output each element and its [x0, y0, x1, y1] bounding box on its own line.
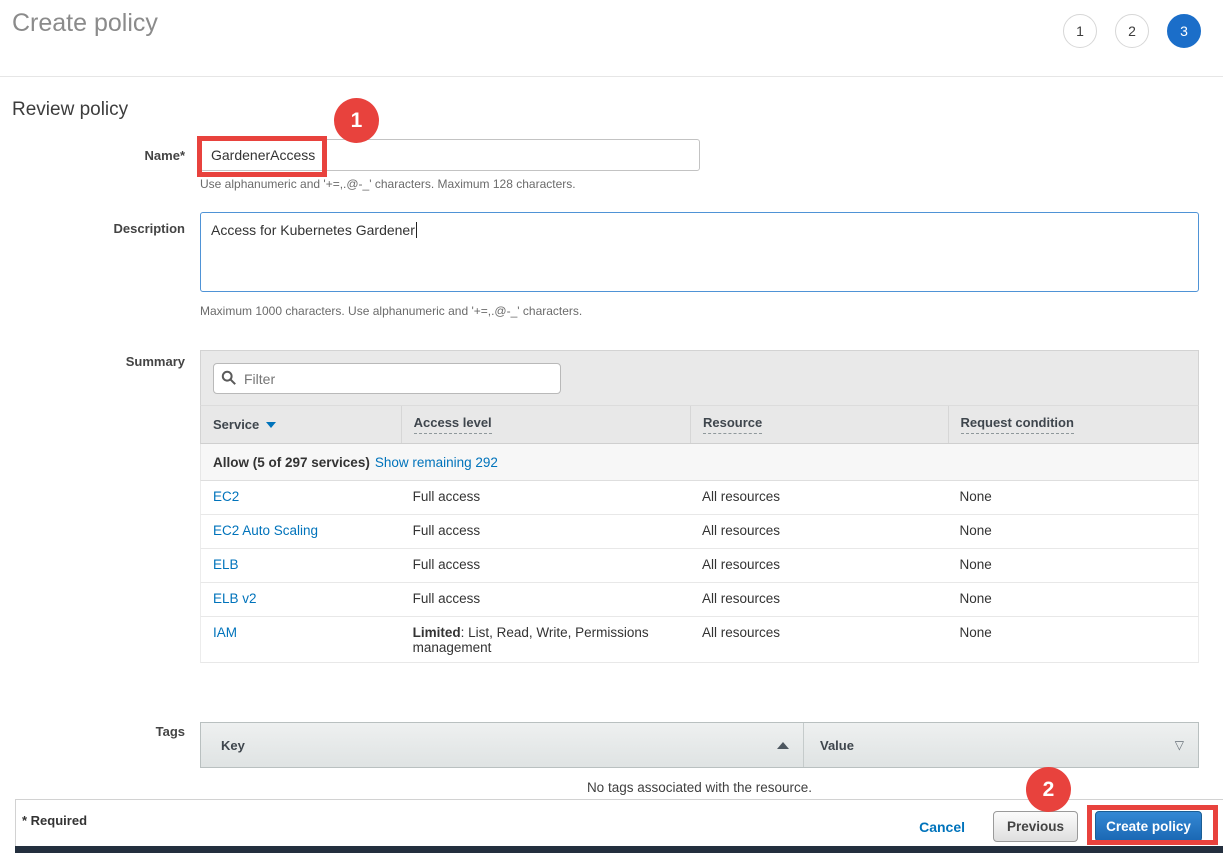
step-3-active: 3	[1167, 14, 1201, 48]
text-cursor	[416, 222, 417, 238]
required-note: * Required	[22, 813, 87, 828]
summary-panel: Service Access level Resource Request co…	[200, 350, 1199, 663]
sort-triangle-up-icon	[777, 742, 789, 749]
allow-group-text: Allow (5 of 297 services)	[213, 455, 370, 470]
column-header-access-level[interactable]: Access level	[401, 406, 690, 443]
description-text: Access for Kubernetes Gardener	[211, 222, 415, 238]
sort-caret-down-icon	[266, 422, 276, 428]
annotation-badge-2: 2	[1026, 767, 1071, 812]
service-link[interactable]: ELB v2	[213, 591, 257, 606]
table-row: ELB v2 Full access All resources None	[200, 583, 1199, 617]
table-row: ELB Full access All resources None	[200, 549, 1199, 583]
create-policy-page: Create policy 1 2 3 Review policy Name* …	[0, 0, 1223, 853]
name-help-text: Use alphanumeric and '+=,.@-_' character…	[200, 177, 576, 191]
summary-filter-area	[200, 350, 1199, 405]
allow-group-row: Allow (5 of 297 services) Show remaining…	[200, 444, 1199, 481]
sort-triangle-down-icon: ▽	[1175, 738, 1184, 752]
service-link[interactable]: ELB	[213, 557, 239, 572]
step-1: 1	[1063, 14, 1097, 48]
search-icon	[221, 370, 237, 386]
service-link[interactable]: EC2	[213, 489, 239, 504]
header-divider	[0, 76, 1223, 77]
summary-filter-input[interactable]	[213, 363, 561, 394]
step-2: 2	[1115, 14, 1149, 48]
description-help-text: Maximum 1000 characters. Use alphanumeri…	[200, 304, 582, 318]
policy-description-textarea[interactable]: Access for Kubernetes Gardener	[200, 212, 1199, 292]
table-row: IAM Limited: List, Read, Write, Permissi…	[200, 617, 1199, 663]
previous-button[interactable]: Previous	[993, 811, 1078, 842]
console-bottom-bar	[15, 846, 1223, 853]
column-header-service[interactable]: Service	[201, 406, 401, 443]
step-indicator: 1 2 3	[1063, 14, 1201, 48]
show-remaining-link[interactable]: Show remaining 292	[375, 455, 498, 470]
column-header-resource[interactable]: Resource	[690, 406, 947, 443]
column-header-value[interactable]: Value ▽	[803, 723, 1198, 767]
section-title: Review policy	[12, 99, 128, 121]
cancel-link[interactable]: Cancel	[919, 819, 965, 835]
summary-label: Summary	[0, 354, 185, 369]
column-header-request-condition[interactable]: Request condition	[948, 406, 1199, 443]
service-link[interactable]: IAM	[213, 625, 237, 640]
annotation-box-name	[197, 136, 327, 177]
table-row: EC2 Full access All resources None	[200, 481, 1199, 515]
tags-label: Tags	[0, 724, 185, 739]
annotation-box-create	[1087, 805, 1218, 845]
name-label: Name*	[0, 148, 185, 163]
table-row: EC2 Auto Scaling Full access All resourc…	[200, 515, 1199, 549]
page-title: Create policy	[12, 9, 158, 38]
summary-table-header: Service Access level Resource Request co…	[200, 405, 1199, 444]
column-header-key[interactable]: Key	[201, 723, 803, 767]
tags-table-header: Key Value ▽	[200, 722, 1199, 768]
service-link[interactable]: EC2 Auto Scaling	[213, 523, 318, 538]
description-label: Description	[0, 221, 185, 236]
annotation-badge-1: 1	[334, 98, 379, 143]
